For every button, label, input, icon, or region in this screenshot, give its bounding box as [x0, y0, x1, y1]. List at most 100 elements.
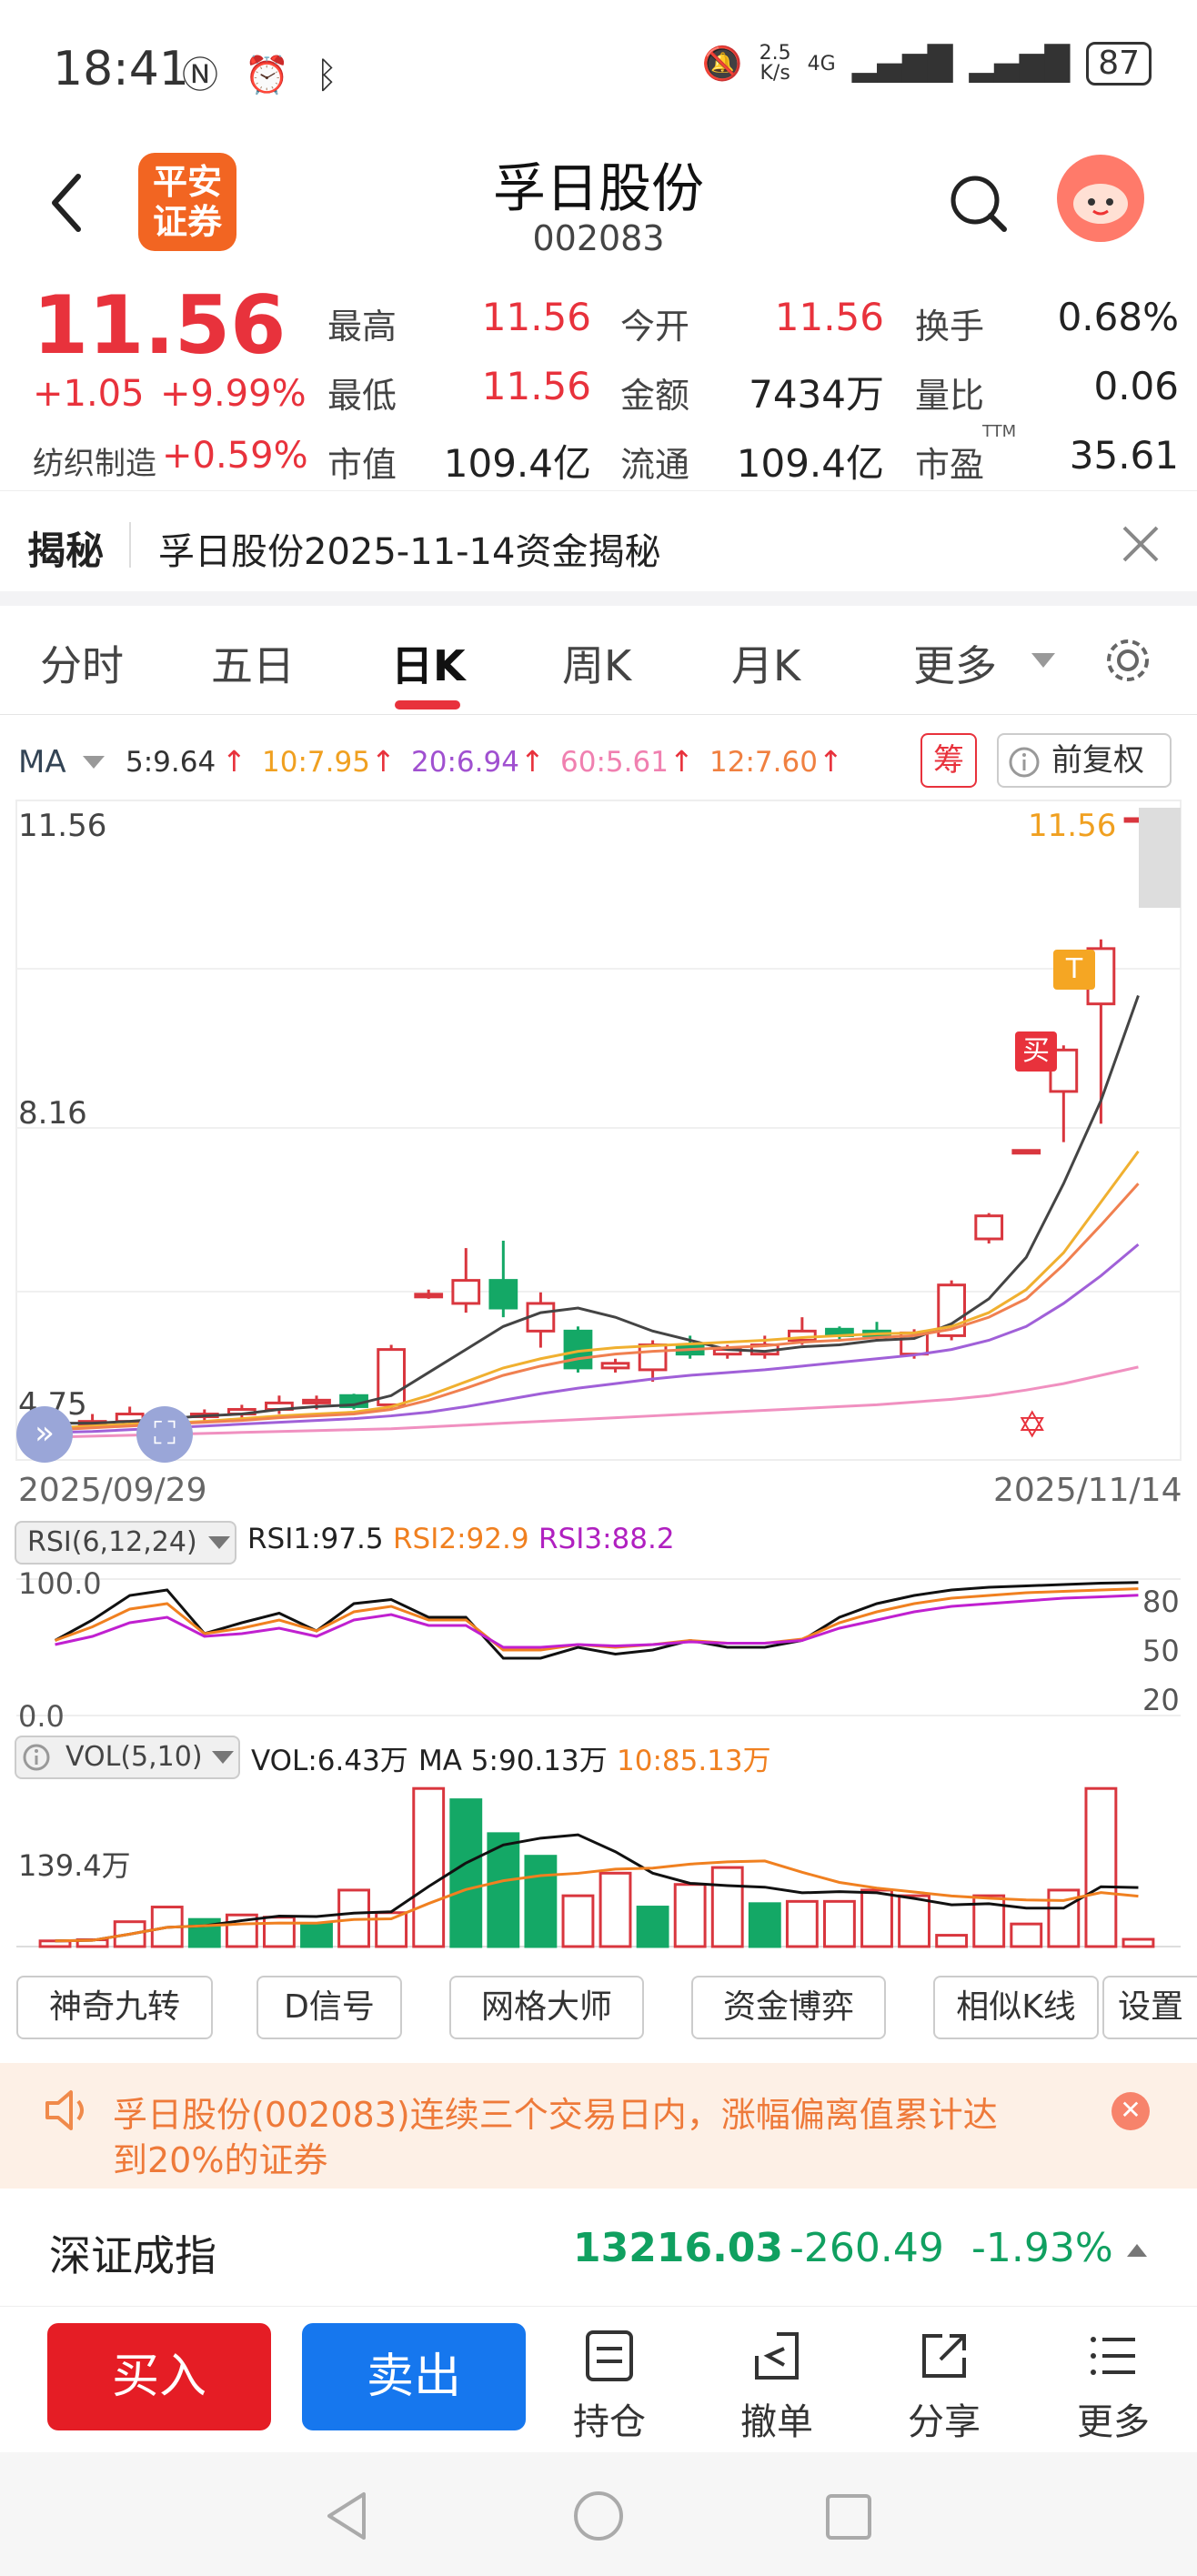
- volume-chart: [16, 1786, 1181, 1948]
- vol-bar: [1010, 1922, 1043, 1948]
- vol-bar: [898, 1894, 930, 1948]
- undo-icon: [755, 2332, 799, 2380]
- vol-selector-label: VOL(5,10): [65, 1741, 203, 1773]
- kline-y-high: 11.56: [18, 808, 107, 844]
- candle-body: [414, 1293, 444, 1299]
- caret-up-icon[interactable]: [1126, 2243, 1148, 2258]
- vol-ma5-value: MA 5:90.13万: [418, 1745, 608, 1777]
- share-icon: [922, 2334, 966, 2378]
- index-name: 深证成指: [49, 2231, 216, 2280]
- system-nav-bar: [0, 2452, 1197, 2576]
- rsi-chart: [16, 1578, 1181, 1716]
- vol-bar: [785, 1899, 819, 1948]
- vol-bar: [598, 1871, 632, 1948]
- rsi-line-3: [55, 1594, 1139, 1649]
- tool-fund-game[interactable]: 资金博弈: [691, 1976, 886, 2039]
- vol-bar: [748, 1902, 781, 1948]
- document-icon: [586, 2330, 633, 2381]
- vol-value: VOL:6.43万: [251, 1745, 408, 1777]
- last-price-label: 11.56: [1028, 808, 1117, 844]
- info-icon: [23, 1744, 50, 1771]
- fullscreen-icon[interactable]: ⛶: [136, 1406, 193, 1463]
- more-actions-button[interactable]: 更多: [1050, 2329, 1177, 2445]
- sell-button[interactable]: 卖出: [302, 2323, 526, 2430]
- vol-bar: [300, 1922, 333, 1948]
- vol-bar: [524, 1855, 558, 1948]
- alert-text-line-2: 到20%的证券: [113, 2140, 328, 2180]
- holdings-button[interactable]: 持仓: [546, 2329, 673, 2445]
- rsi1-value: RSI1:97.5: [247, 1523, 384, 1555]
- vol-bar: [1084, 1786, 1118, 1948]
- date-end: 2025/11/14: [993, 1472, 1182, 1509]
- tool-d-signal[interactable]: D信号: [256, 1976, 402, 2039]
- rsi2-value: RSI2:92.9: [393, 1523, 529, 1555]
- rsi3-value: RSI3:88.2: [538, 1523, 675, 1555]
- date-start: 2025/09/29: [18, 1472, 207, 1509]
- list-icon: [1091, 2337, 1135, 2375]
- buy-button[interactable]: 买入: [47, 2323, 271, 2430]
- rsi-level-20: 20: [1142, 1683, 1180, 1717]
- share-label: 分享: [908, 2401, 981, 2443]
- vol-bar: [935, 1934, 969, 1948]
- alert-text-line-1: 孚日股份(002083)连续三个交易日内，涨幅偏离值累计达: [113, 2095, 998, 2135]
- kline-grid: [15, 800, 1182, 1461]
- vol-dropdown-icon[interactable]: [211, 1750, 235, 1765]
- rsi-line-2: [55, 1587, 1139, 1652]
- vol-bar: [1122, 1937, 1155, 1948]
- candle-body: [302, 1398, 331, 1404]
- candle-body: [974, 1214, 1004, 1241]
- index-value: 13216.03: [573, 2225, 784, 2271]
- cancel-order-button[interactable]: 撤单: [713, 2329, 840, 2445]
- candle-body: [600, 1362, 630, 1370]
- vol-bar: [823, 1899, 856, 1948]
- index-change: -260.49: [790, 2225, 944, 2271]
- kline-chart[interactable]: [0, 0, 1197, 2001]
- vol-bar: [449, 1798, 483, 1948]
- cancel-order-label: 撤单: [740, 2401, 813, 2443]
- candle-body: [638, 1343, 668, 1372]
- vol-bar: [710, 1866, 744, 1948]
- expand-left-icon[interactable]: »: [16, 1406, 73, 1463]
- kline-y-mid: 8.16: [18, 1095, 87, 1132]
- tool-grid-master[interactable]: 网格大师: [449, 1976, 644, 2039]
- vol-selector[interactable]: VOL(5,10): [15, 1736, 240, 1779]
- rsi-y-top: 100.0: [18, 1566, 102, 1601]
- more-actions-label: 更多: [1077, 2401, 1150, 2443]
- vol-bar: [412, 1786, 446, 1948]
- rsi-selector-label: RSI(6,12,24): [27, 1526, 197, 1558]
- rsi-selector[interactable]: RSI(6,12,24): [15, 1521, 236, 1565]
- vol-bar: [860, 1888, 893, 1948]
- candle-body: [451, 1279, 481, 1305]
- nav-back-icon[interactable]: [324, 2489, 369, 2543]
- nav-recents-icon[interactable]: [824, 2492, 873, 2541]
- index-ticker[interactable]: 深证成指 13216.03 -260.49 -1.93%: [0, 2189, 1197, 2307]
- risk-alert-banner[interactable]: 孚日股份(002083)连续三个交易日内，涨幅偏离值累计达 到20%的证券 ✕: [0, 2063, 1197, 2189]
- rsi-level-80: 80: [1142, 1585, 1180, 1619]
- rsi-y-bottom: 0.0: [18, 1699, 65, 1734]
- buy-marker[interactable]: 买: [1015, 1031, 1057, 1072]
- t-marker[interactable]: T: [1053, 950, 1095, 990]
- ma-line-ma20: [55, 1243, 1140, 1434]
- rsi-level-50: 50: [1142, 1634, 1180, 1668]
- rsi-dropdown-icon[interactable]: [207, 1535, 231, 1550]
- speaker-icon: [45, 2090, 84, 2130]
- vol-bar: [636, 1906, 669, 1948]
- index-change-pct: -1.93%: [971, 2225, 1113, 2271]
- share-button[interactable]: 分享: [880, 2329, 1008, 2445]
- candle-body: [1011, 1149, 1041, 1155]
- holdings-label: 持仓: [573, 2401, 646, 2443]
- vol-bar: [673, 1883, 707, 1948]
- vol-bar: [263, 1916, 296, 1948]
- alert-close-icon[interactable]: ✕: [1112, 2092, 1150, 2130]
- event-star-icon[interactable]: ✡: [1017, 1404, 1048, 1446]
- kline-frame: [15, 800, 1182, 1461]
- price-axis-marker: [1139, 808, 1181, 908]
- tool-settings[interactable]: 设置: [1102, 1976, 1197, 2039]
- tool-magic-nine[interactable]: 神奇九转: [16, 1976, 213, 2039]
- vol-bar: [561, 1894, 595, 1948]
- ma-line-ma5: [55, 995, 1140, 1425]
- tool-similar-k[interactable]: 相似K线: [933, 1976, 1099, 2039]
- candle-body: [488, 1279, 518, 1310]
- nav-home-icon[interactable]: [571, 2489, 626, 2543]
- vol-y-label: 139.4万: [18, 1848, 131, 1883]
